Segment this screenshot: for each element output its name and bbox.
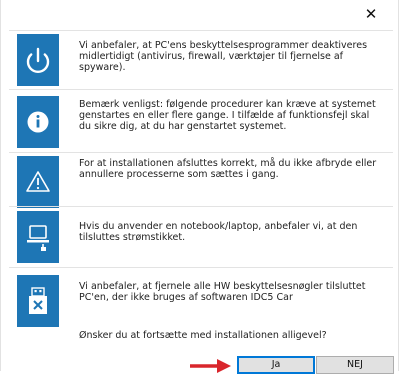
laptop-tile: [17, 211, 59, 263]
item-text-antivirus: Vi anbefaler, at PC'ens beskyttelsesprog…: [79, 40, 368, 73]
red-arrow-annotation: [190, 359, 231, 373]
item-text-restart: Bemærk venligst: følgende procedurer kan…: [79, 99, 376, 132]
close-button[interactable]: ✕: [351, 2, 391, 26]
item-text-processes: For at installationen afsluttes korrekt,…: [79, 158, 377, 180]
yes-button[interactable]: Ja: [237, 356, 315, 374]
power-tile: [17, 34, 59, 86]
divider: [9, 89, 393, 90]
divider: [9, 206, 393, 207]
no-button[interactable]: NEJ: [316, 356, 394, 374]
power-icon: [26, 47, 50, 73]
info-icon: [27, 111, 49, 133]
warning-tile: [17, 156, 59, 208]
installer-dialog: ✕ Vi anbefaler, at PC'ens beskyttelsespr…: [0, 0, 399, 374]
usb-key-remove-icon: [29, 287, 47, 314]
divider: [9, 267, 393, 268]
item-text-power: Hvis du anvender en notebook/laptop, anb…: [79, 221, 358, 243]
usb-key-tile: [17, 275, 59, 327]
continue-question: Ønsker du at fortsætte med installatione…: [79, 330, 327, 341]
info-tile: [17, 96, 59, 148]
item-text-hw-keys: Vi anbefaler, at fjernele alle HW beskyt…: [79, 281, 366, 303]
divider: [9, 152, 393, 153]
laptop-plug-icon: [27, 225, 49, 251]
warning-icon: [26, 171, 50, 192]
divider: [9, 30, 393, 31]
